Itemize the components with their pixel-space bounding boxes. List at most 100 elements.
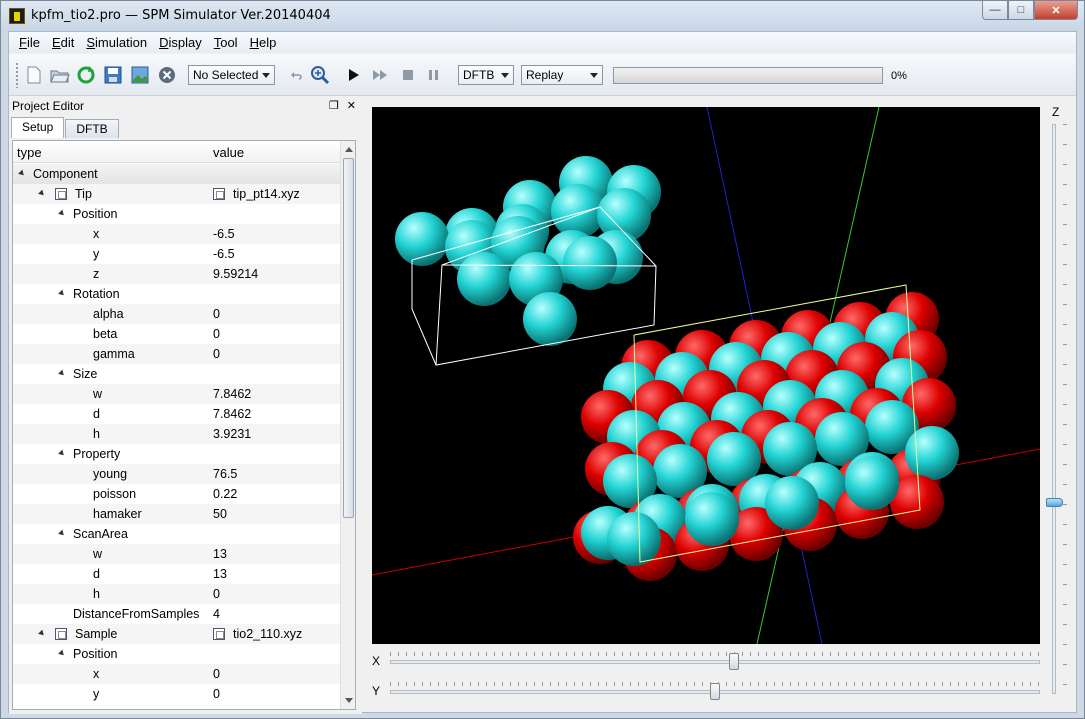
pause-icon[interactable]: [423, 64, 445, 86]
float-panel-icon[interactable]: ❐: [329, 99, 339, 112]
tree-row[interactable]: Size: [13, 364, 340, 384]
row-value[interactable]: 0.22: [213, 487, 237, 501]
scroll-down-icon[interactable]: [345, 698, 353, 703]
playback-dropdown[interactable]: Replay: [521, 65, 603, 85]
undo-icon[interactable]: [285, 64, 307, 86]
z-slider[interactable]: Z: [1046, 102, 1074, 702]
expand-arrow-icon[interactable]: [38, 629, 46, 638]
zoom-icon[interactable]: [309, 64, 331, 86]
refresh-icon[interactable]: [75, 64, 97, 86]
tree-row[interactable]: Property: [13, 444, 340, 464]
menu-tool[interactable]: Tool: [208, 35, 244, 50]
open-folder-icon[interactable]: [49, 64, 71, 86]
tree-row[interactable]: alpha 0: [13, 304, 340, 324]
tree-row[interactable]: d 7.8462: [13, 404, 340, 424]
tree-row[interactable]: poisson 0.22: [13, 484, 340, 504]
row-value[interactable]: tio2_110.xyz: [233, 627, 302, 641]
x-slider-thumb[interactable]: [729, 653, 740, 670]
tree-row[interactable]: Position: [13, 644, 340, 664]
scroll-thumb[interactable]: [343, 158, 354, 518]
stop-icon[interactable]: [397, 64, 419, 86]
tree-row[interactable]: Position: [13, 204, 340, 224]
column-type[interactable]: type: [17, 145, 42, 160]
3d-viewport[interactable]: [371, 106, 1041, 645]
cancel-icon[interactable]: [156, 64, 178, 86]
tree-scrollbar[interactable]: [340, 141, 355, 709]
row-value[interactable]: 50: [213, 507, 227, 521]
image-icon[interactable]: [129, 64, 151, 86]
menu-simulation[interactable]: Simulation: [80, 35, 153, 50]
tree-row[interactable]: Rotation: [13, 284, 340, 304]
row-value[interactable]: 0: [213, 347, 220, 361]
row-value[interactable]: 4: [213, 607, 220, 621]
tree-row[interactable]: w 7.8462: [13, 384, 340, 404]
fast-forward-icon[interactable]: [369, 64, 391, 86]
menu-edit[interactable]: Edit: [46, 35, 80, 50]
tree-row[interactable]: x -6.5: [13, 224, 340, 244]
tree-row[interactable]: beta 0: [13, 324, 340, 344]
row-value[interactable]: 0: [213, 587, 220, 601]
tree-row[interactable]: w 13: [13, 544, 340, 564]
tree-row[interactable]: Tip tip_pt14.xyz: [13, 184, 340, 204]
y-slider-thumb[interactable]: [710, 683, 720, 700]
row-value[interactable]: -6.5: [213, 227, 235, 241]
tree-row[interactable]: z 9.59214: [13, 264, 340, 284]
tree-row[interactable]: gamma 0: [13, 344, 340, 364]
menu-file[interactable]: File: [13, 35, 46, 50]
new-file-icon[interactable]: [23, 64, 45, 86]
expand-arrow-icon[interactable]: [58, 649, 66, 658]
row-value[interactable]: 76.5: [213, 467, 237, 481]
tab-dftb[interactable]: DFTB: [65, 119, 119, 138]
menu-display[interactable]: Display: [153, 35, 208, 50]
row-value[interactable]: 0: [213, 667, 220, 681]
expand-arrow-icon[interactable]: [58, 449, 66, 458]
row-value[interactable]: 3.9231: [213, 427, 251, 441]
row-value[interactable]: 7.8462: [213, 387, 251, 401]
tree-row[interactable]: hamaker 50: [13, 504, 340, 524]
row-value[interactable]: 0: [213, 307, 220, 321]
y-slider[interactable]: Y: [372, 682, 1042, 702]
column-value[interactable]: value: [213, 145, 244, 160]
z-slider-thumb[interactable]: [1046, 498, 1063, 507]
expand-arrow-icon[interactable]: [58, 529, 66, 538]
x-slider-track[interactable]: [390, 660, 1040, 664]
scroll-up-icon[interactable]: [345, 147, 353, 152]
title-bar[interactable]: kpfm_tio2.pro — SPM Simulator Ver.201404…: [1, 1, 1084, 31]
z-slider-track[interactable]: [1052, 124, 1056, 694]
minimize-button[interactable]: —: [982, 1, 1008, 20]
row-value[interactable]: 13: [213, 547, 227, 561]
tree-row[interactable]: y -6.5: [13, 244, 340, 264]
row-value[interactable]: 0: [213, 327, 220, 341]
tree-row[interactable]: Sample tio2_110.xyz: [13, 624, 340, 644]
expand-arrow-icon[interactable]: [58, 289, 66, 298]
tree-row[interactable]: x0: [13, 664, 340, 684]
row-value[interactable]: 9.59214: [213, 267, 258, 281]
row-value[interactable]: 7.8462: [213, 407, 251, 421]
tree-row[interactable]: y0: [13, 684, 340, 704]
toolbar-grip[interactable]: [15, 62, 19, 88]
tree-row[interactable]: ScanArea: [13, 524, 340, 544]
row-value[interactable]: 0: [213, 687, 220, 701]
close-button[interactable]: ✕: [1034, 1, 1078, 20]
row-value[interactable]: -6.5: [213, 247, 235, 261]
menu-help[interactable]: Help: [244, 35, 283, 50]
expand-arrow-icon[interactable]: [18, 169, 26, 178]
row-value[interactable]: tip_pt14.xyz: [233, 187, 300, 201]
row-value[interactable]: 13: [213, 567, 227, 581]
expand-arrow-icon[interactable]: [58, 369, 66, 378]
tree-row[interactable]: DistanceFromSamples 4: [13, 604, 340, 624]
tree-row[interactable]: h 3.9231: [13, 424, 340, 444]
play-icon[interactable]: [343, 64, 365, 86]
tree-row[interactable]: Component: [13, 164, 340, 184]
expand-arrow-icon[interactable]: [38, 189, 46, 198]
mode-dropdown[interactable]: DFTB: [458, 65, 514, 85]
tree-row[interactable]: h0: [13, 584, 340, 604]
expand-arrow-icon[interactable]: [58, 209, 66, 218]
tab-setup[interactable]: Setup: [11, 117, 65, 138]
maximize-button[interactable]: □: [1008, 1, 1034, 20]
save-icon[interactable]: [102, 64, 124, 86]
tree-row[interactable]: young 76.5: [13, 464, 340, 484]
selection-dropdown[interactable]: No Selected: [188, 65, 275, 85]
tree-row[interactable]: d 13: [13, 564, 340, 584]
close-panel-icon[interactable]: ✕: [347, 99, 356, 112]
